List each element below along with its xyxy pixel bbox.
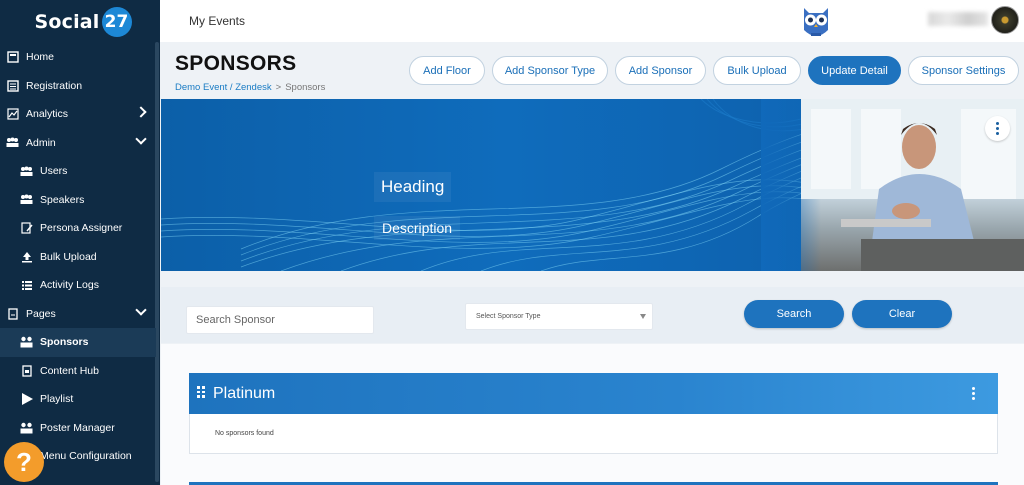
sidebar-item-persona-assigner[interactable]: Persona Assigner <box>0 214 156 243</box>
sidebar: Social 27 Home Registration Analytics Ad… <box>0 0 160 485</box>
brand-badge: 27 <box>101 7 132 37</box>
pages-icon <box>6 307 19 320</box>
banner-description[interactable]: Description <box>374 216 461 240</box>
chevron-down-icon[interactable] <box>135 132 147 145</box>
bulk-upload-button[interactable]: Bulk Upload <box>713 56 801 85</box>
page-title: SPONSORS <box>175 52 297 75</box>
sidebar-item-label: Activity Logs <box>40 279 99 292</box>
chevron-right-icon[interactable] <box>135 106 147 118</box>
upload-icon <box>20 250 33 263</box>
search-sponsor-input[interactable] <box>186 306 374 334</box>
sidebar-item-playlist[interactable]: Playlist <box>0 385 156 414</box>
clear-button[interactable]: Clear <box>852 300 952 328</box>
help-button[interactable]: ? <box>4 442 44 482</box>
banner-more-button[interactable] <box>985 116 1010 141</box>
sidebar-item-label: Poster Manager <box>40 421 115 434</box>
list-icon <box>20 279 33 292</box>
chevron-down-icon[interactable] <box>135 303 147 316</box>
home-icon <box>6 51 19 64</box>
poster-icon <box>20 421 33 434</box>
drag-handle-icon[interactable] <box>197 386 205 398</box>
sidebar-item-label: Playlist <box>40 393 74 406</box>
sidebar-item-label: Speakers <box>40 193 85 206</box>
add-floor-button[interactable]: Add Floor <box>409 56 485 85</box>
sidebar-item-content-hub[interactable]: Content Hub <box>0 357 156 386</box>
sponsor-type-select[interactable]: Select Sponsor Type <box>465 303 653 330</box>
sidebar-item-label: Persona Assigner <box>40 222 123 235</box>
persona-icon <box>20 222 33 235</box>
sidebar-item-label: Registration <box>26 79 83 92</box>
speakers-icon <box>20 193 33 206</box>
sponsors-icon <box>20 336 33 349</box>
sidebar-item-label: Analytics <box>26 108 69 121</box>
top-bar: My Events <box>160 0 1024 42</box>
analytics-icon <box>6 108 19 121</box>
sidebar-item-home[interactable]: Home <box>0 43 156 72</box>
sidebar-item-activity-logs[interactable]: Activity Logs <box>0 271 156 300</box>
sidebar-item-label: Home <box>26 51 55 64</box>
sidebar-item-label: Content Hub <box>40 364 99 377</box>
sidebar-item-pages[interactable]: Pages <box>0 300 156 329</box>
sponsor-settings-button[interactable]: Sponsor Settings <box>908 56 1019 85</box>
update-detail-button[interactable]: Update Detail <box>808 56 901 85</box>
sidebar-item-sponsors[interactable]: Sponsors <box>0 328 156 357</box>
avatar[interactable] <box>991 6 1019 34</box>
sidebar-menu: Home Registration Analytics Admin Users … <box>0 43 156 471</box>
banner-heading[interactable]: Heading <box>374 172 452 202</box>
content-hub-icon <box>20 364 33 377</box>
more-vertical-icon <box>996 122 999 135</box>
top-bar-title[interactable]: My Events <box>189 14 245 28</box>
admin-icon <box>6 136 19 149</box>
breadcrumb-link[interactable]: Demo Event / Zendesk <box>175 82 272 93</box>
breadcrumb: Demo Event / Zendesk > Sponsors <box>175 82 325 93</box>
registration-icon <box>6 79 19 92</box>
add-sponsor-type-button[interactable]: Add Sponsor Type <box>492 56 608 85</box>
owl-logo-icon <box>804 8 828 36</box>
caret-down-icon <box>640 314 646 319</box>
sidebar-item-label: Sponsors <box>40 336 89 349</box>
sponsor-type-select-label: Select Sponsor Type <box>476 313 541 320</box>
add-sponsor-button[interactable]: Add Sponsor <box>615 56 706 85</box>
sidebar-item-label: Pages <box>26 307 56 320</box>
sidebar-item-admin[interactable]: Admin <box>0 129 156 158</box>
breadcrumb-separator: > <box>275 82 282 93</box>
breadcrumb-current: Sponsors <box>285 82 326 93</box>
sidebar-item-analytics[interactable]: Analytics <box>0 100 156 129</box>
sidebar-item-registration[interactable]: Registration <box>0 72 156 101</box>
section-more-button[interactable] <box>972 387 975 400</box>
sponsor-banner: Heading Description <box>161 99 1024 271</box>
sidebar-item-label: Bulk Upload <box>40 250 97 263</box>
sidebar-item-speakers[interactable]: Speakers <box>0 186 156 215</box>
empty-state-text: No sponsors found <box>215 430 274 437</box>
play-icon <box>20 393 33 406</box>
more-vertical-icon <box>972 387 975 400</box>
section-header[interactable] <box>189 373 998 414</box>
user-name-blurred[interactable] <box>928 12 988 26</box>
sidebar-item-bulk-upload[interactable]: Bulk Upload <box>0 243 156 272</box>
brand-name: Social <box>34 11 100 33</box>
users-icon <box>20 165 33 178</box>
sidebar-item-poster-manager[interactable]: Poster Manager <box>0 414 156 443</box>
sidebar-item-label: Menu Configuration <box>40 450 132 463</box>
brand-logo[interactable]: Social 27 <box>0 0 160 44</box>
section-title: Platinum <box>213 385 276 402</box>
sidebar-item-users[interactable]: Users <box>0 157 156 186</box>
section-body <box>189 414 998 454</box>
sidebar-item-label: Admin <box>26 136 56 149</box>
sidebar-item-label: Users <box>40 165 68 178</box>
search-button[interactable]: Search <box>744 300 844 328</box>
